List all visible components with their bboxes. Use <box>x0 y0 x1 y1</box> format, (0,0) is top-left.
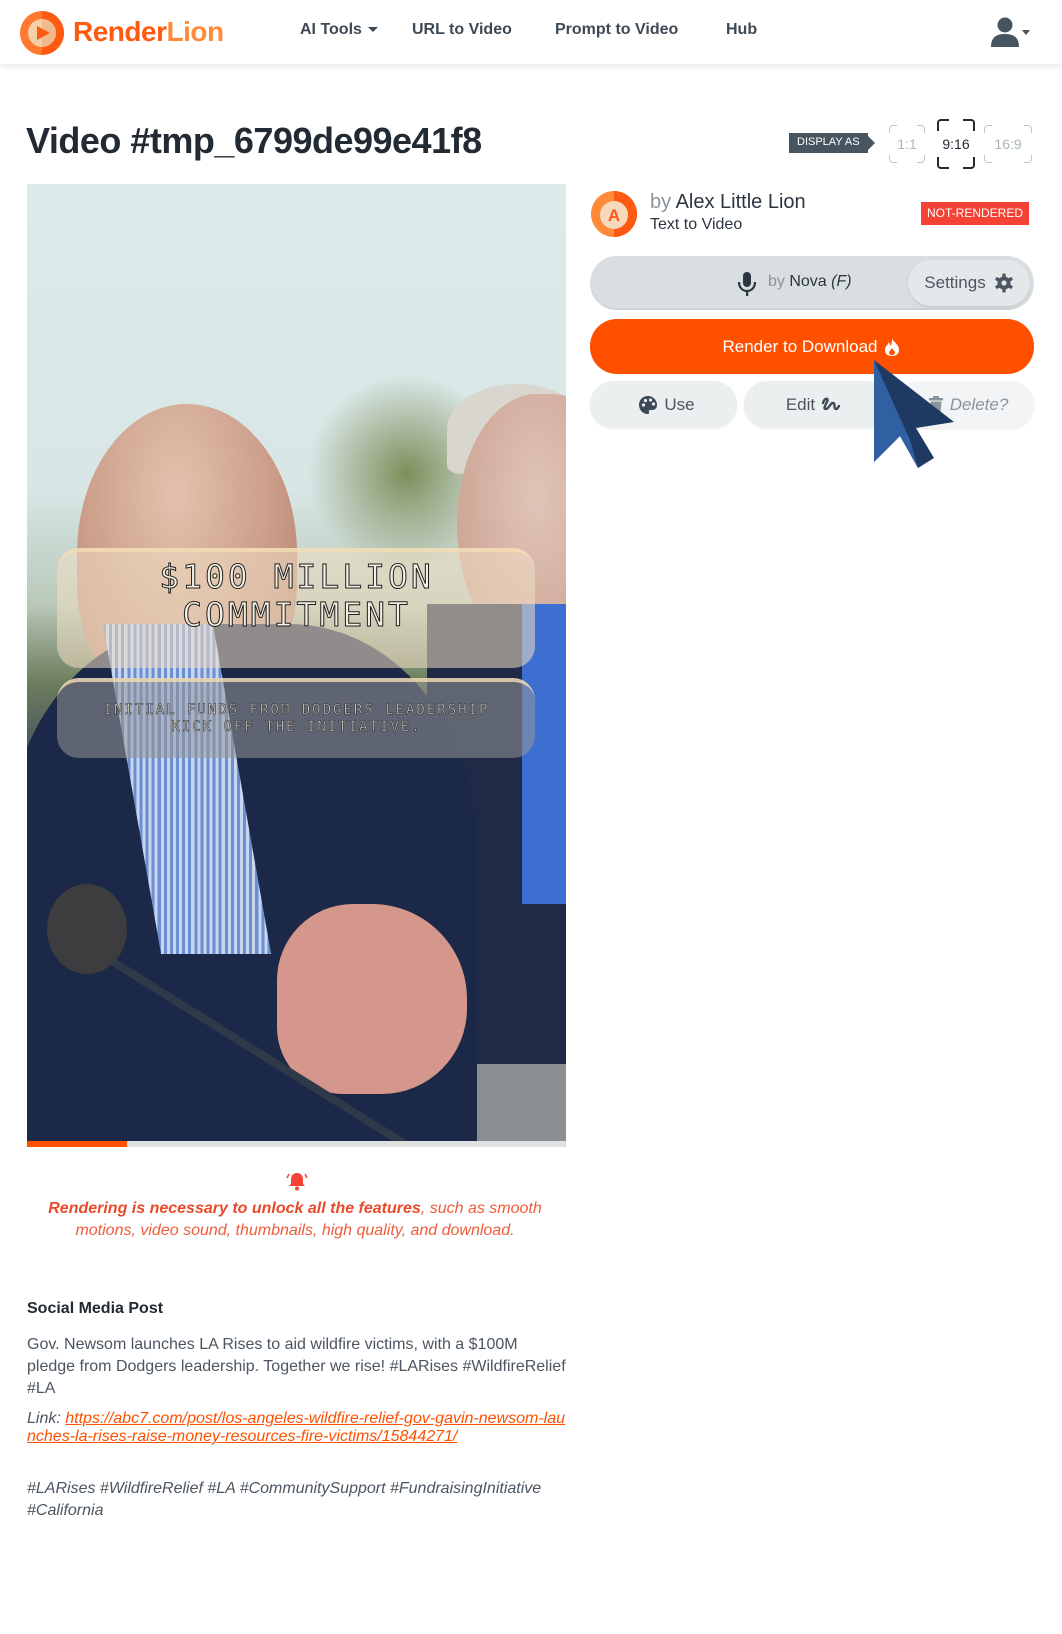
microphone <box>47 884 127 974</box>
user-icon <box>991 17 1030 47</box>
render-to-download-button[interactable]: Render to Download <box>590 319 1034 374</box>
edit-button[interactable]: Edit <box>744 381 889 428</box>
ratio-1-1-button[interactable]: 1:1 <box>889 125 925 163</box>
delete-button[interactable]: Delete? <box>896 381 1034 428</box>
video-kind: Text to Video <box>650 216 743 233</box>
social-post-hashtags: #LARises #WildfireRelief #LA #CommunityS… <box>27 1480 542 1519</box>
logo[interactable]: RenderLion <box>18 8 224 56</box>
display-as-label: DISPLAY AS <box>789 133 875 153</box>
render-notice: Rendering is necessary to unlock all the… <box>48 1200 542 1239</box>
signature-icon <box>821 397 841 410</box>
voice-selector[interactable]: by Nova (F) Settings <box>590 256 1034 310</box>
video-progress-fill <box>27 1141 127 1147</box>
status-badge: NOT-RENDERED <box>921 202 1030 225</box>
avatar[interactable]: A <box>590 190 638 238</box>
microphone-icon <box>737 272 757 296</box>
svg-text:A: A <box>608 206 620 225</box>
ratio-16-9-button[interactable]: 16:9 <box>984 125 1032 163</box>
trash-icon <box>928 395 943 414</box>
author-name: by Alex Little Lion <box>650 191 806 213</box>
social-post-link: Link: https://abc7.com/post/los-angeles-… <box>27 1410 566 1445</box>
video-progress-bar[interactable] <box>27 1141 566 1147</box>
caret-down-icon <box>1022 30 1030 35</box>
caption-subtitle: INITIAL FUNDS FROM DODGERS LEADERSHIP KI… <box>103 702 490 736</box>
use-button[interactable]: Use <box>590 381 737 428</box>
caption-title: $100 MILLION COMMITMENT <box>159 557 434 634</box>
ratio-9-16-button[interactable]: 9:16 <box>937 119 975 169</box>
video-preview[interactable]: $100 MILLION COMMITMENT INITIAL FUNDS FR… <box>27 184 566 1141</box>
page-title: Video #tmp_6799de99e41f8 <box>26 120 482 161</box>
lion-logo-icon <box>20 11 64 55</box>
user-menu[interactable] <box>990 14 1036 50</box>
nav-hub[interactable]: Hub <box>726 21 757 39</box>
article-link[interactable]: https://abc7.com/post/los-angeles-wildfi… <box>27 1410 565 1445</box>
fire-icon <box>885 337 900 356</box>
social-post-title: Social Media Post <box>27 1300 164 1317</box>
nav-prompt-to-video[interactable]: Prompt to Video <box>555 21 678 39</box>
brand-name: RenderLion <box>73 16 224 47</box>
voice-label: by Nova (F) <box>768 273 852 290</box>
caret-down-icon <box>367 27 378 33</box>
bell-icon <box>286 1173 308 1191</box>
palette-icon <box>639 395 658 414</box>
nav-url-to-video[interactable]: URL to Video <box>412 21 512 39</box>
gear-icon <box>995 273 1013 293</box>
top-navbar: RenderLion AI Tools URL to Video Prompt … <box>0 0 1062 64</box>
settings-button[interactable]: Settings <box>908 260 1030 306</box>
nav-ai-tools[interactable]: AI Tools <box>300 21 378 39</box>
social-post-body: Gov. Newsom launches LA Rises to aid wil… <box>27 1336 566 1397</box>
